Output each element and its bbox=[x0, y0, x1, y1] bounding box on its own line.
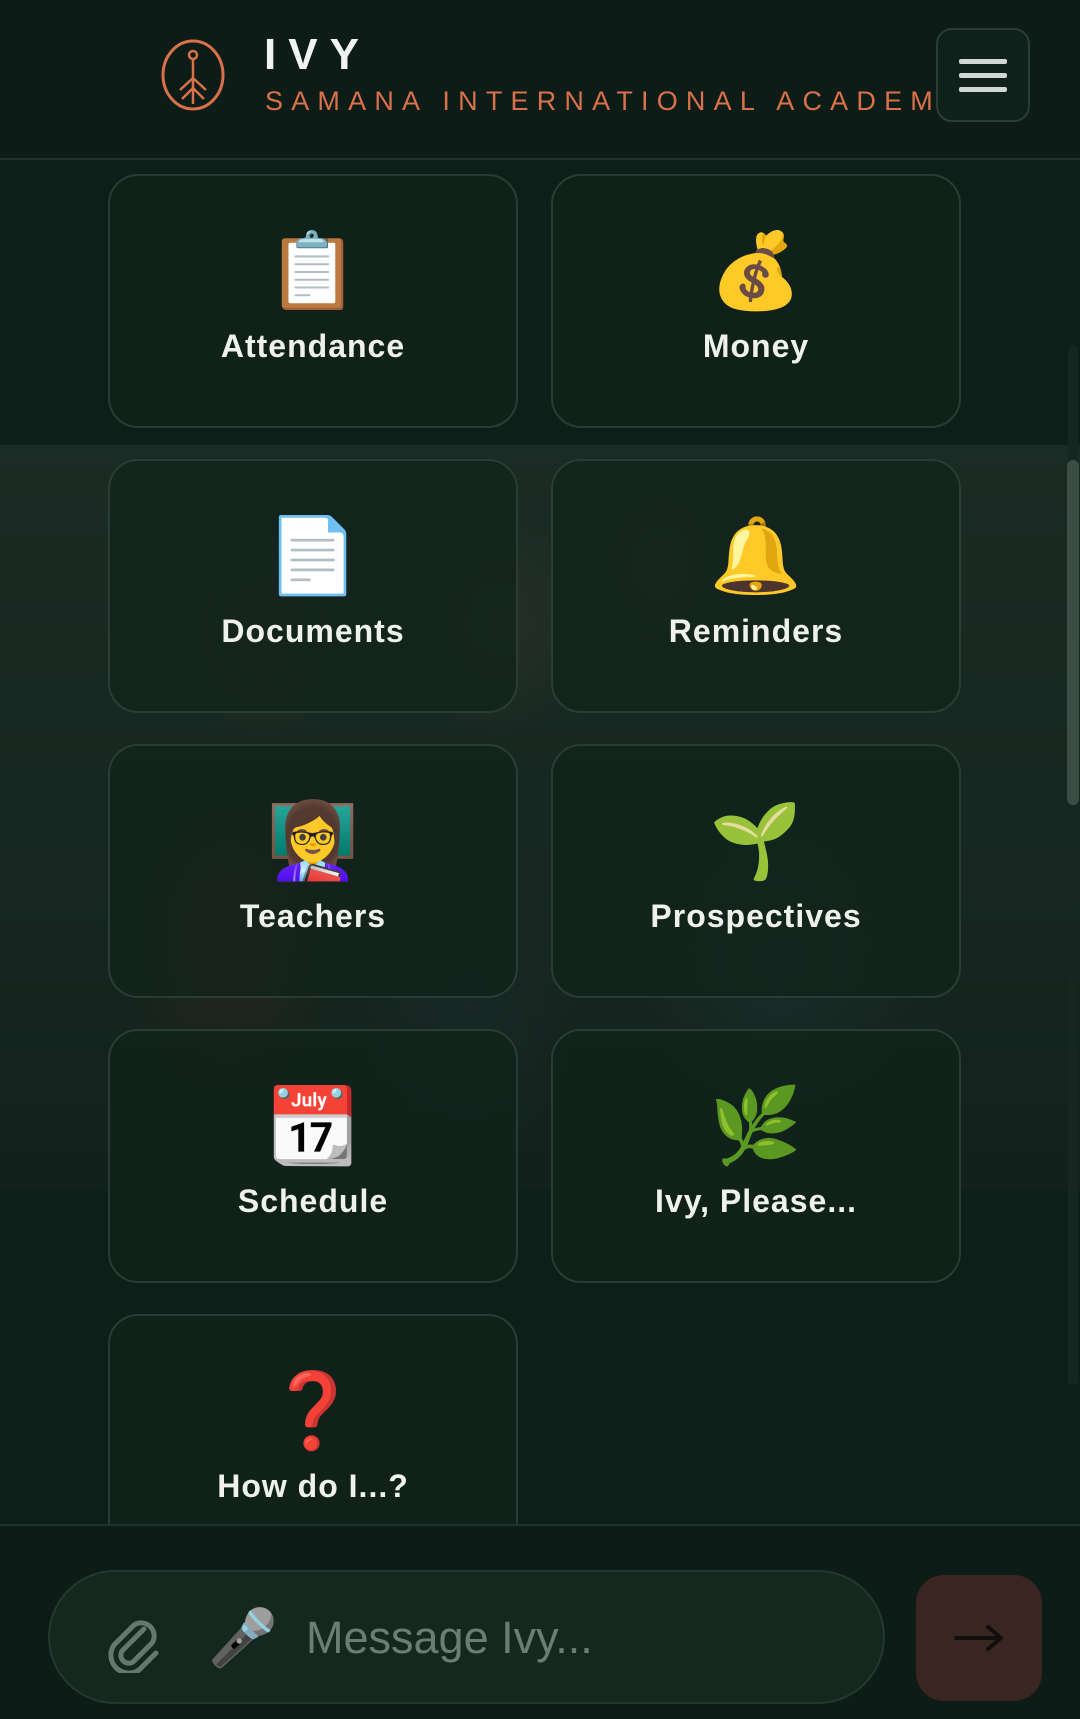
seedling-icon: 🌱 bbox=[709, 798, 803, 884]
tile-ivy-please[interactable]: 🌿 Ivy, Please... bbox=[551, 1029, 961, 1283]
tile-label: Attendance bbox=[220, 328, 406, 364]
message-input[interactable] bbox=[306, 1606, 846, 1670]
tile-schedule[interactable]: 📆 Schedule bbox=[108, 1029, 518, 1283]
tile-label: Teachers bbox=[239, 898, 387, 934]
document-icon: 📄 bbox=[266, 513, 360, 599]
header: IVY SAMANA INTERNATIONAL ACADEMY bbox=[0, 0, 1080, 160]
question-icon: ❓ bbox=[266, 1368, 360, 1454]
tile-reminders[interactable]: 🔔 Reminders bbox=[551, 459, 961, 713]
tile-label: Money bbox=[702, 328, 810, 364]
tile-how-do-i[interactable]: ❓ How do I...? bbox=[108, 1314, 518, 1524]
tile-label: How do I...? bbox=[217, 1468, 409, 1504]
tile-label: Reminders bbox=[668, 613, 844, 649]
money-bag-icon: 💰 bbox=[709, 228, 803, 314]
clipboard-icon: 📋 bbox=[266, 228, 360, 314]
dashboard-grid: 📋 Attendance 💰 Money 📄 Documents 🔔 Remin… bbox=[0, 160, 1080, 1524]
scrollbar-thumb[interactable] bbox=[1067, 460, 1079, 805]
tile-money[interactable]: 💰 Money bbox=[551, 174, 961, 428]
paperclip-icon[interactable] bbox=[100, 1609, 164, 1673]
message-composer: 🎤 bbox=[0, 1524, 1080, 1719]
tile-documents[interactable]: 📄 Documents bbox=[108, 459, 518, 713]
tile-label: Prospectives bbox=[650, 898, 862, 934]
app-subtitle: SAMANA INTERNATIONAL ACADEMY bbox=[265, 86, 968, 116]
app-window: IVY SAMANA INTERNATIONAL ACADEMY 📋 Atten… bbox=[0, 0, 1080, 1719]
app-title: IVY bbox=[264, 30, 371, 79]
herb-icon: 🌿 bbox=[709, 1083, 803, 1169]
tile-label: Schedule bbox=[237, 1183, 389, 1219]
calendar-icon: 📆 bbox=[266, 1083, 360, 1169]
tree-logo-icon[interactable] bbox=[160, 38, 226, 112]
send-button[interactable] bbox=[916, 1575, 1042, 1701]
hamburger-menu-icon bbox=[959, 58, 1007, 64]
tile-label: Documents bbox=[221, 613, 405, 649]
arrow-right-icon bbox=[954, 1625, 1003, 1651]
bell-icon: 🔔 bbox=[709, 513, 803, 599]
tile-teachers[interactable]: 👩‍🏫 Teachers bbox=[108, 744, 518, 998]
tile-attendance[interactable]: 📋 Attendance bbox=[108, 174, 518, 428]
tile-label: Ivy, Please... bbox=[655, 1183, 857, 1219]
menu-button[interactable] bbox=[936, 28, 1030, 122]
teacher-icon: 👩‍🏫 bbox=[266, 798, 360, 884]
tile-prospectives[interactable]: 🌱 Prospectives bbox=[551, 744, 961, 998]
microphone-icon[interactable]: 🎤 bbox=[208, 1604, 278, 1674]
